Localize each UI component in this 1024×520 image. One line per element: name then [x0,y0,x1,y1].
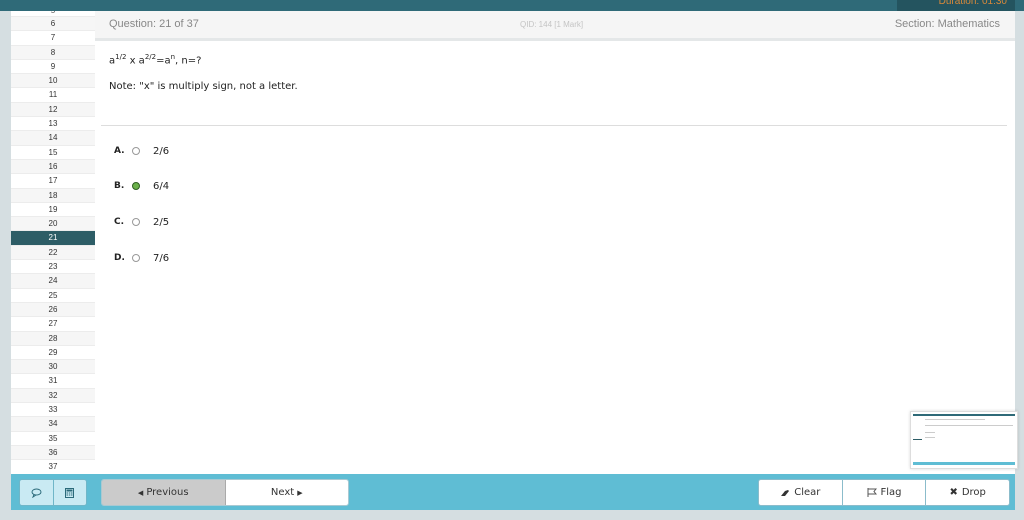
radio-button[interactable] [132,218,140,226]
question-text-part: =a [156,55,171,67]
comment-button[interactable] [20,480,53,505]
flag-label: Flag [880,487,902,498]
question-nav-item[interactable]: 12 [11,102,95,118]
action-group: Clear Flag ✖ Drop [758,479,1010,506]
question-nav-item-active[interactable]: 21 [11,231,95,246]
bottom-toolbar: ◀ Previous Next ▶ Clear Flag ✖ Drop [11,474,1015,510]
times-icon: ✖ [949,487,958,498]
question-nav-item[interactable]: 24 [11,274,95,289]
question-nav-item[interactable]: 14 [11,131,95,146]
page-bottom-margin [0,510,1024,520]
next-label: Next [270,487,295,498]
caret-right-icon: ▶ [297,488,303,497]
radio-button[interactable] [132,147,140,155]
question-nav-item[interactable]: 17 [11,174,95,189]
thumbnail-line [925,437,935,438]
tool-group [19,479,87,506]
question-nav-item[interactable]: 35 [11,432,95,446]
question-nav-item[interactable]: 32 [11,388,95,404]
page-thumbnail-preview[interactable] [910,411,1018,469]
question-nav-item[interactable]: 37 [11,460,95,474]
calculator-button[interactable] [52,480,87,505]
clear-button[interactable]: Clear [759,480,842,505]
option-letter: B. [114,181,125,191]
question-header: Question: 21 of 37 QID: 144 [1 Mark] Sec… [95,11,1015,41]
question-nav-item[interactable]: 7 [11,31,95,46]
option-c[interactable]: C. 2/5 [114,214,169,230]
speech-bubble-icon [31,488,42,498]
calculator-icon [65,487,75,498]
question-id: QID: 144 [1 Mark] [520,20,584,29]
question-nav-item[interactable]: 26 [11,302,95,318]
question-nav-item[interactable]: 29 [11,346,95,361]
option-value: 7/6 [153,252,170,264]
flag-icon [867,488,877,497]
left-margin [0,11,11,520]
question-nav-item[interactable]: 6 [11,17,95,32]
question-navigator[interactable]: 5 67891011121314151617181920212223242526… [11,11,95,474]
question-nav-item[interactable]: 25 [11,289,95,303]
option-b[interactable]: B. 6/4 [114,178,169,194]
question-nav-item[interactable]: 8 [11,45,95,60]
previous-label: Previous [146,487,189,498]
exponent: 2/2 [144,53,157,61]
drop-label: Drop [961,487,986,498]
question-nav-item[interactable]: 18 [11,188,95,203]
question-nav-item[interactable]: 28 [11,331,95,346]
question-note: Note: "x" is multiply sign, not a letter… [109,81,298,92]
question-nav-item[interactable]: 15 [11,146,95,160]
eraser-icon [781,489,790,496]
question-nav-item[interactable]: 11 [11,88,95,103]
question-text: a1/2 x a2/2=an, n=? [109,53,201,66]
thumbnail-active [913,439,922,440]
question-nav-item[interactable]: 27 [11,317,95,332]
question-nav-item[interactable]: 33 [11,403,95,418]
question-panel: Question: 21 of 37 QID: 144 [1 Mark] Sec… [95,11,1015,474]
flag-button[interactable]: Flag [841,480,926,505]
next-button[interactable]: Next ▶ [225,480,348,505]
duration-timer: Duration: 01:30 [897,0,1015,11]
question-nav-item[interactable]: 20 [11,217,95,232]
previous-button[interactable]: ◀ Previous [102,480,226,505]
question-nav-item[interactable]: 13 [11,117,95,132]
caret-left-icon: ◀ [137,488,144,497]
option-letter: D. [114,253,125,263]
question-nav-item[interactable]: 16 [11,159,95,175]
radio-button[interactable] [132,254,140,262]
radio-button-selected[interactable] [132,182,140,190]
question-nav-item[interactable]: 9 [11,60,95,75]
clear-label: Clear [794,487,821,498]
question-nav-item[interactable]: 31 [11,374,95,389]
question-number: Question: 21 of 37 [109,18,199,30]
drop-button[interactable]: ✖ Drop [925,480,1009,505]
top-bar: Duration: 01:30 [0,0,1024,11]
thumbnail-bottombar [913,462,1015,465]
option-d[interactable]: D. 7/6 [114,250,169,266]
thumbnail-line [925,419,985,420]
question-nav-item[interactable]: 23 [11,260,95,275]
option-letter: A. [114,146,125,156]
question-text-part: x a [126,55,145,67]
question-nav-item[interactable]: 10 [11,74,95,89]
thumbnail-line [925,432,935,433]
option-value: 2/6 [153,145,170,157]
exponent: 1/2 [115,53,127,61]
option-value: 2/5 [153,216,170,228]
option-value: 6/4 [153,180,170,192]
question-nav-item[interactable]: 36 [11,445,95,461]
question-nav-item[interactable]: 30 [11,360,95,375]
question-nav-item[interactable]: 19 [11,203,95,218]
thumbnail-topbar [913,414,1015,416]
option-a[interactable]: A. 2/6 [114,143,169,159]
option-letter: C. [114,217,125,227]
thumbnail-line [925,425,1013,426]
navigation-group: ◀ Previous Next ▶ [101,479,349,506]
question-text-part: , n=? [175,55,202,67]
question-nav-item[interactable]: 34 [11,417,95,432]
section-label: Section: Mathematics [894,18,1000,30]
divider [101,125,1007,126]
question-nav-item[interactable]: 22 [11,245,95,261]
